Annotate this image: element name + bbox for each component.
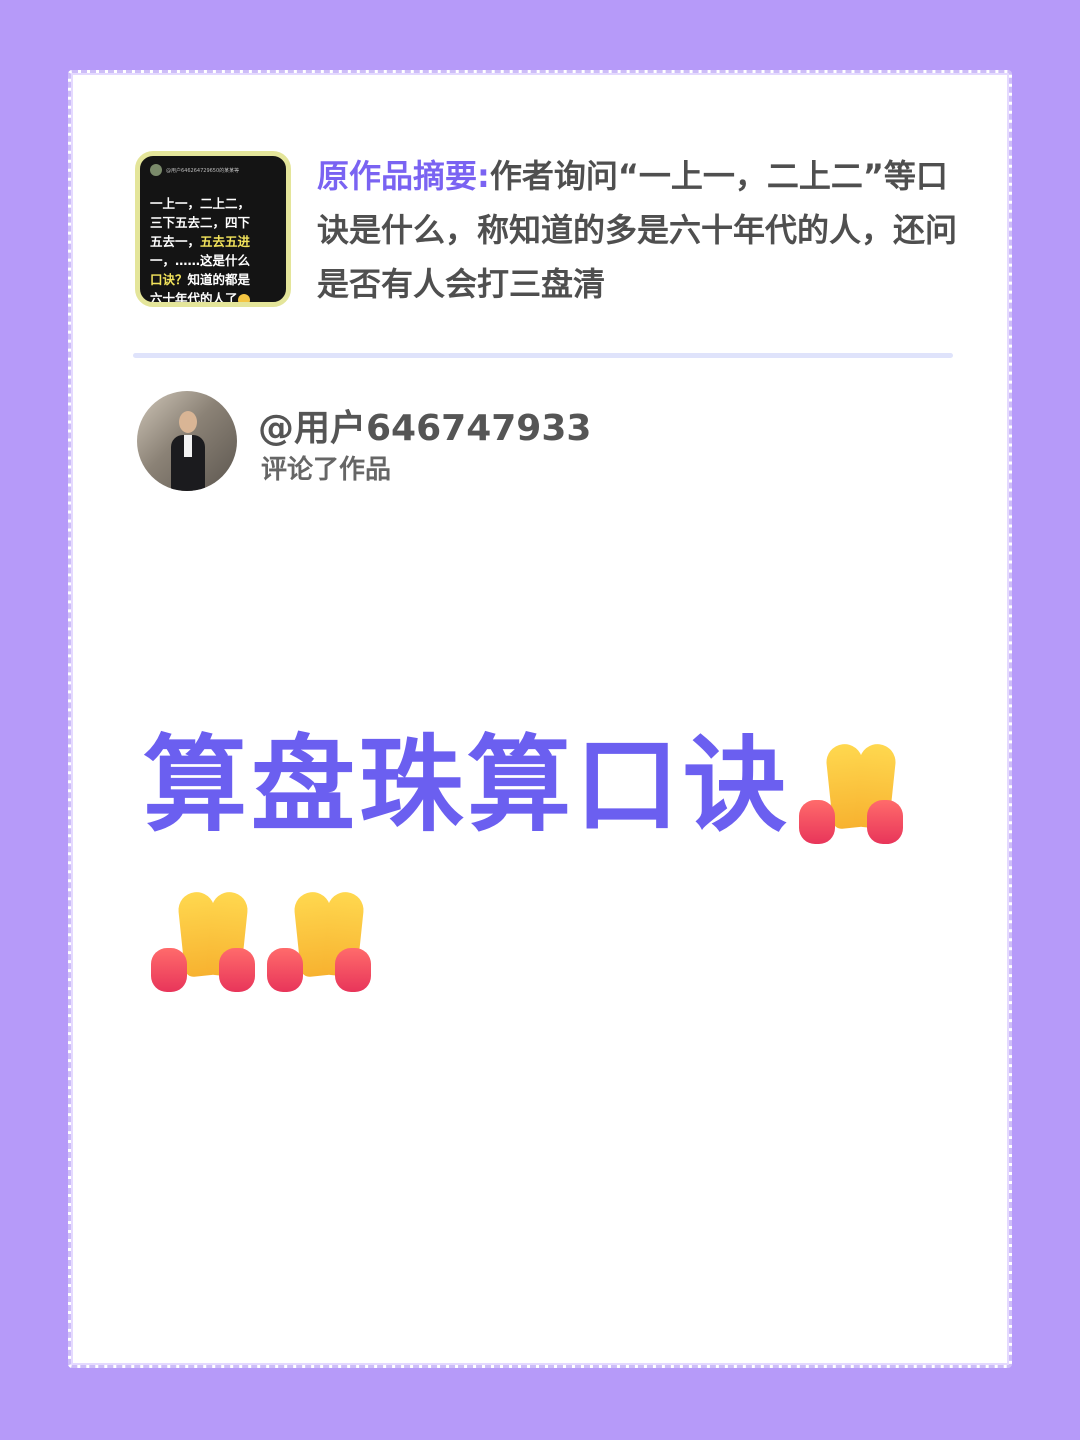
thumbnail-line: 一上一，二上二，	[150, 196, 251, 211]
comment-card: @用户646264729650的某某等 一上一，二上二， 三下五去二，四下 五去…	[68, 70, 1012, 1368]
thumbnail-highlight: 口诀？	[150, 272, 188, 287]
avatar[interactable]	[137, 391, 237, 491]
folded-hands-icon	[147, 888, 259, 994]
original-work-summary: @用户646264729650的某某等 一上一，二上二， 三下五去二，四下 五去…	[135, 149, 957, 311]
commenter: @用户646747933 评论了作品	[137, 389, 637, 493]
avatar-shirt	[184, 435, 192, 457]
thumbnail-highlight: 五去五进	[200, 234, 251, 249]
thumbnail-line: 口诀？知道的都是	[150, 270, 286, 289]
thumbnail-line-part: 知道的都是	[187, 272, 251, 287]
thumbnail-line: 六十年代的人了	[150, 289, 286, 306]
thumbnail-line-part: 五去一，	[150, 234, 201, 249]
divider	[133, 353, 953, 358]
folded-hands-icon	[795, 740, 907, 846]
thumbnail-avatar	[150, 164, 162, 176]
thumbnail-text: 一上一，二上二， 三下五去二，四下 五去一，五去五进 一，……这是什么 口诀？知…	[150, 194, 286, 306]
folded-hands-icon	[263, 888, 375, 994]
thumbnail-line: 一，……这是什么	[150, 253, 251, 268]
avatar-head	[179, 411, 197, 433]
thumbnail-header: @用户646264729650的某某等	[150, 164, 239, 176]
comment-body: 算盘珠算口诀	[143, 724, 792, 846]
username[interactable]: @用户646747933	[258, 399, 591, 451]
thumbnail-username: @用户646264729650的某某等	[166, 167, 240, 174]
thumbnail-line: 五去一，五去五进	[150, 232, 286, 251]
summary-label: 原作品摘要:	[317, 157, 490, 195]
summary-text: 原作品摘要:作者询问“一上一，二上二”等口诀是什么，称知道的多是六十年代的人，还…	[317, 149, 957, 311]
comment-text: 算盘珠算口诀	[143, 711, 963, 1007]
work-thumbnail[interactable]: @用户646264729650的某某等 一上一，二上二， 三下五去二，四下 五去…	[135, 151, 291, 307]
comment-action-label: 评论了作品	[261, 455, 392, 485]
smile-emoji-icon	[237, 293, 250, 302]
thumbnail-line-part: 六十年代的人了	[150, 291, 238, 306]
thumbnail-line: 三下五去二，四下	[150, 215, 251, 230]
